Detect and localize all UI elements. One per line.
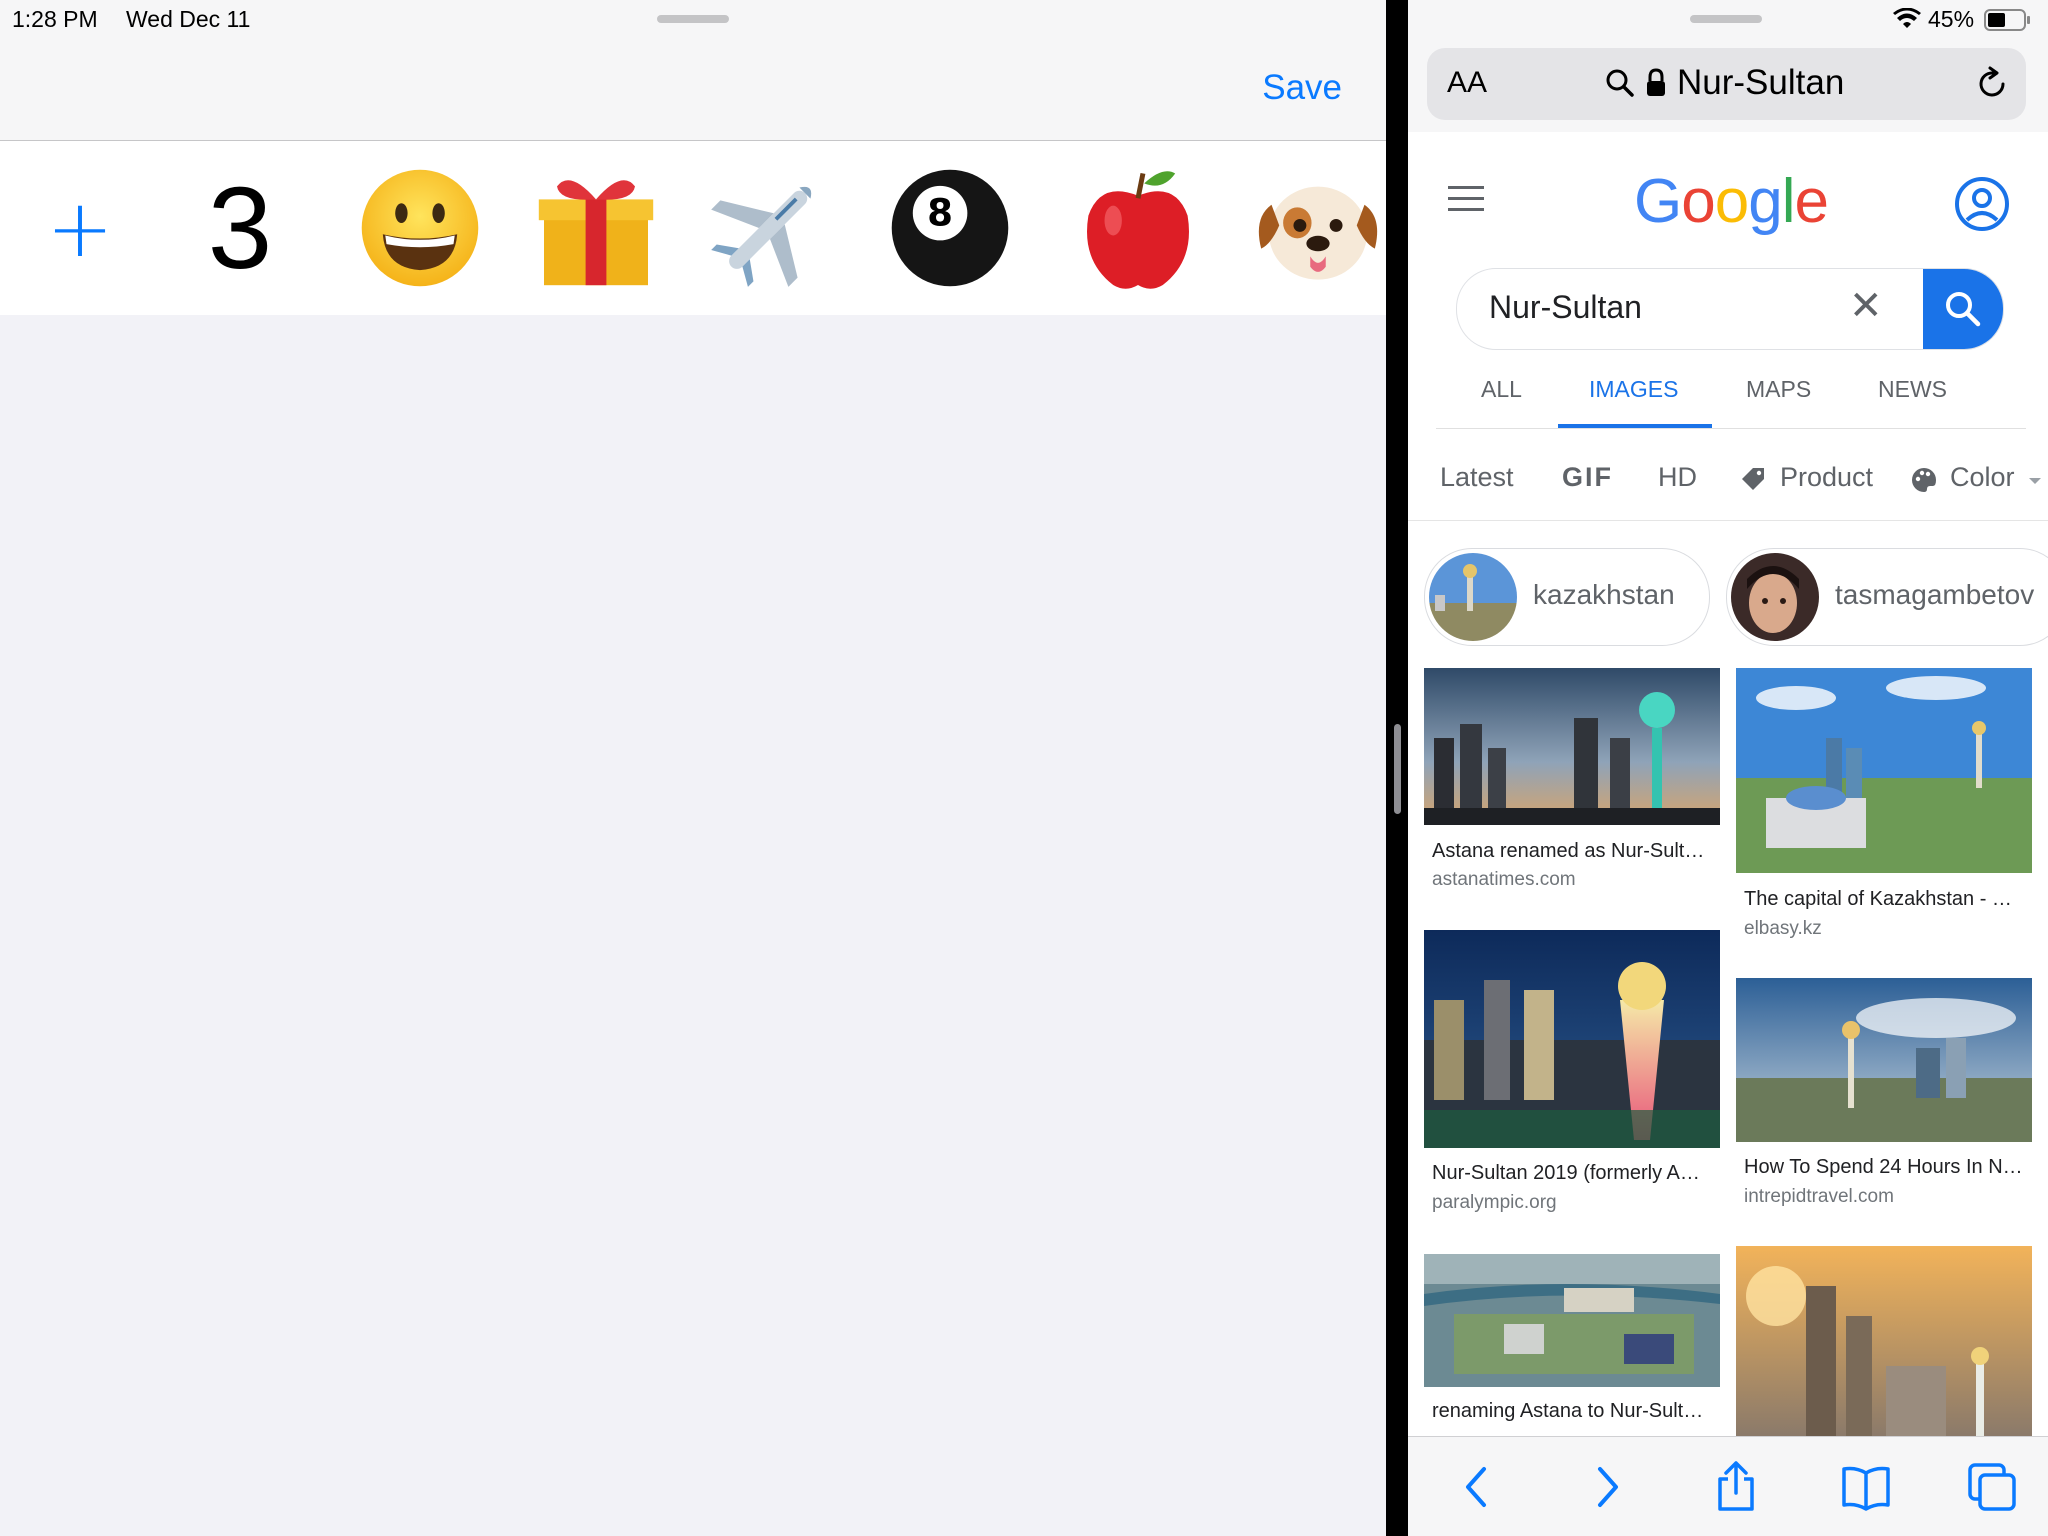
clear-search-icon[interactable]: ✕ — [1849, 283, 1883, 329]
menu-icon[interactable] — [1448, 186, 1484, 212]
reader-options-button[interactable]: AA — [1447, 66, 1487, 100]
result-domain: intrepidtravel.com — [1744, 1186, 1894, 1207]
bookmarks-icon[interactable] — [1838, 1459, 1894, 1515]
grinning-face-icon[interactable] — [340, 141, 500, 315]
wifi-icon — [1893, 8, 1921, 28]
chip-thumbnail — [1429, 553, 1517, 641]
url-text: Nur-Sultan — [1677, 63, 1845, 102]
reload-icon[interactable] — [1975, 66, 2011, 102]
result-title: How To Spend 24 Hours In N… — [1744, 1156, 2023, 1178]
google-logo[interactable]: Google — [1634, 166, 1829, 237]
emoji-row: + 3 8 — [0, 141, 1386, 315]
filter-hd[interactable]: HD — [1658, 462, 1697, 493]
gift-icon[interactable] — [516, 141, 676, 315]
filter-gif[interactable]: GIF — [1562, 462, 1613, 493]
result-domain: astanatimes.com — [1432, 869, 1576, 890]
search-box: Nur-Sultan ✕ — [1456, 268, 2004, 350]
save-button[interactable]: Save — [1262, 68, 1342, 108]
result-thumbnail — [1736, 978, 2032, 1142]
result-thumbnail — [1424, 930, 1720, 1148]
filter-latest[interactable]: Latest — [1440, 462, 1514, 493]
battery-icon — [1984, 9, 2030, 31]
image-result[interactable]: How To Spend 24 Hours In N… intrepidtrav… — [1736, 978, 2032, 1238]
status-time: 1:28 PM — [12, 6, 98, 32]
chevron-down-icon — [2029, 478, 2041, 484]
status-date: Wed Dec 11 — [126, 6, 251, 32]
filters-divider — [1408, 520, 2048, 521]
image-result[interactable]: The capital of Kazakhstan - … elbasy.kz — [1736, 668, 2032, 948]
filter-color[interactable]: Color — [1950, 462, 2015, 493]
airplane-icon[interactable] — [690, 141, 850, 315]
search-input[interactable]: Nur-Sultan — [1489, 289, 1642, 326]
result-thumbnail — [1736, 668, 2032, 873]
address-bar[interactable]: AA Nur-Sultan — [1427, 48, 2026, 120]
split-view-handle[interactable] — [1394, 724, 1401, 814]
tab-news[interactable]: NEWS — [1878, 376, 1947, 403]
active-tab-indicator — [1558, 424, 1712, 428]
plus-icon: + — [46, 181, 114, 275]
back-icon[interactable] — [1450, 1459, 1506, 1515]
related-chip-kazakhstan[interactable]: kazakhstan — [1424, 548, 1710, 646]
image-result[interactable]: renaming Astana to Nur-Sult… — [1424, 1254, 1720, 1436]
emoji-editor-pane: 1:28 PM Wed Dec 11 Save + 3 8 — [0, 0, 1386, 1536]
pool-8-ball-icon[interactable]: 8 — [870, 141, 1030, 315]
forward-icon[interactable] — [1578, 1459, 1634, 1515]
chip-thumbnail — [1731, 553, 1819, 641]
image-result[interactable]: Nur-Sultan 2019 (formerly A… paralympic.… — [1424, 930, 1720, 1250]
safari-pane: 45% AA Nur-Sultan Google Nur-Sultan ✕ AL… — [1408, 0, 2048, 1536]
tabs-icon[interactable] — [1964, 1459, 2020, 1515]
search-icon — [1946, 292, 1981, 327]
result-title: Nur-Sultan 2019 (formerly A… — [1432, 1162, 1700, 1184]
tabs-divider — [1436, 428, 2026, 429]
editor-toolbar: 1:28 PM Wed Dec 11 Save — [0, 0, 1386, 141]
add-button[interactable]: + — [0, 141, 160, 315]
tag-icon — [1742, 468, 1764, 490]
result-thumbnail — [1424, 1254, 1720, 1387]
window-grabber[interactable] — [1690, 15, 1762, 23]
search-button[interactable] — [1923, 269, 2003, 349]
safari-top-bar: 45% AA Nur-Sultan — [1408, 0, 2048, 132]
filter-product[interactable]: Product — [1780, 462, 1873, 493]
result-thumbnail — [1736, 1246, 2032, 1436]
result-title: renaming Astana to Nur-Sult… — [1432, 1400, 1704, 1422]
svg-text:8: 8 — [927, 191, 953, 235]
dog-face-icon[interactable] — [1238, 141, 1386, 315]
related-chip-tasmagambetov[interactable]: tasmagambetov — [1726, 548, 2048, 646]
share-icon[interactable] — [1708, 1459, 1764, 1515]
account-icon[interactable] — [1954, 176, 2010, 232]
result-thumbnail — [1424, 668, 1720, 825]
google-header: Google — [1408, 132, 2048, 272]
image-result[interactable]: Astana renamed as Nur-Sult… astanatimes.… — [1424, 668, 1720, 908]
image-result[interactable] — [1736, 1246, 2032, 1436]
red-apple-icon[interactable] — [1058, 141, 1218, 315]
result-domain: paralympic.org — [1432, 1192, 1557, 1213]
tab-maps[interactable]: MAPS — [1746, 376, 1811, 403]
safari-toolbar — [1408, 1436, 2048, 1536]
search-icon — [1606, 69, 1634, 97]
lock-icon — [1647, 68, 1665, 96]
result-title: The capital of Kazakhstan - … — [1744, 888, 2012, 910]
tab-images[interactable]: IMAGES — [1589, 376, 1678, 403]
battery-percent: 45% — [1928, 6, 1975, 32]
window-grabber[interactable] — [657, 15, 729, 23]
palette-icon — [1912, 468, 1936, 492]
result-title: Astana renamed as Nur-Sult… — [1432, 840, 1705, 862]
count-label: 3 — [207, 163, 273, 293]
tab-all[interactable]: ALL — [1481, 376, 1522, 403]
result-domain: elbasy.kz — [1744, 918, 1822, 939]
